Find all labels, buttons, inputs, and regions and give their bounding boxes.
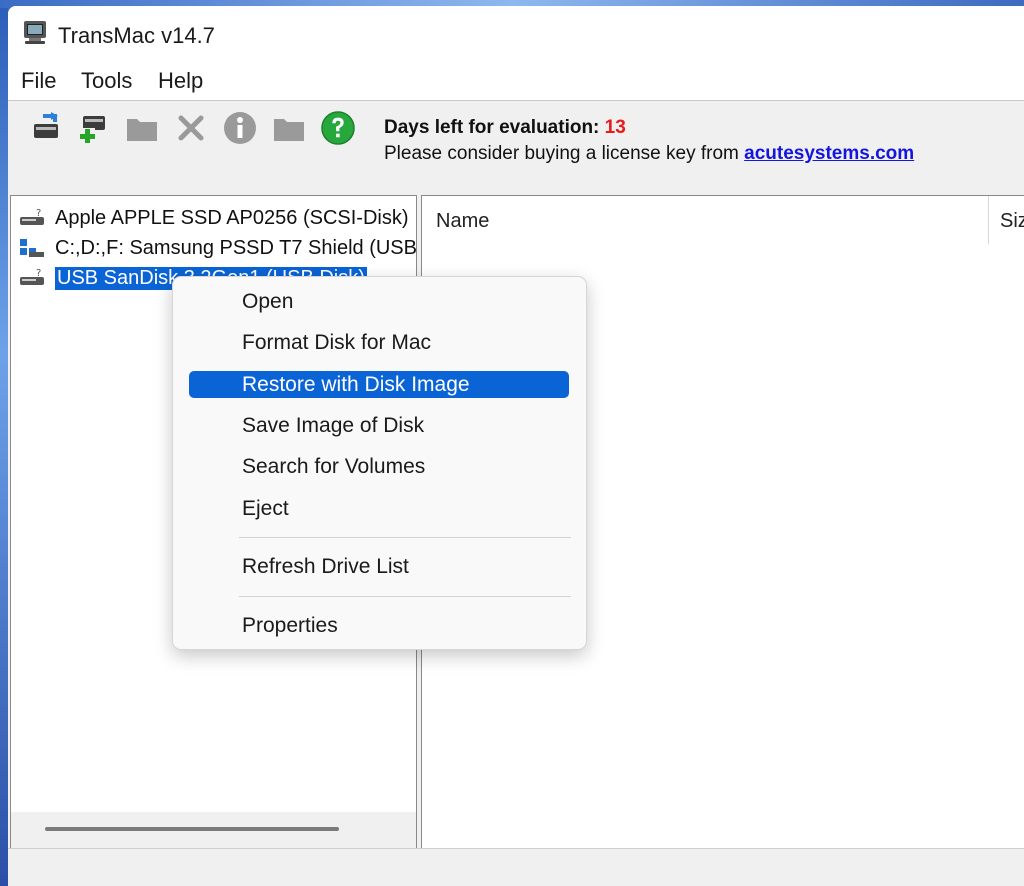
- tree-item-samsung-pssd[interactable]: C:,D:,F: Samsung PSSD T7 Shield (USB: [19, 234, 417, 262]
- evaluation-notice: Days left for evaluation: 13: [384, 117, 626, 139]
- add-disk-button[interactable]: [76, 111, 110, 145]
- status-bar: [8, 848, 1024, 886]
- folder-button[interactable]: [272, 111, 306, 145]
- info-icon: [224, 112, 256, 144]
- title-bar[interactable]: TransMac v14.7: [8, 6, 1024, 58]
- menu-item-eject[interactable]: Eject: [189, 495, 569, 522]
- tree-item-label: Apple APPLE SSD AP0256 (SCSI-Disk): [55, 206, 409, 229]
- menu-item-open[interactable]: Open: [189, 288, 569, 315]
- menu-item-refresh-drive-list[interactable]: Refresh Drive List: [189, 553, 569, 580]
- disk-icon: ?: [19, 267, 45, 289]
- menu-item-properties[interactable]: Properties: [189, 612, 569, 639]
- new-folder-icon: [127, 119, 157, 141]
- evaluation-days-left: 13: [604, 117, 626, 138]
- info-button[interactable]: [223, 111, 257, 145]
- menu-separator: [239, 596, 571, 597]
- acutesystems-link[interactable]: acutesystems.com: [744, 143, 914, 164]
- context-menu: Open Format Disk for Mac Restore with Di…: [172, 276, 587, 650]
- license-message: Please consider buying a license key fro…: [384, 143, 914, 165]
- delete-button[interactable]: [174, 111, 208, 145]
- menu-help[interactable]: Help: [158, 68, 203, 94]
- menu-tools[interactable]: Tools: [81, 68, 132, 94]
- delete-icon: [178, 115, 204, 141]
- add-disk-icon: [79, 116, 105, 144]
- windows-drive-icon: [19, 237, 45, 259]
- folder-icon: [274, 119, 304, 141]
- open-disk-button[interactable]: [30, 111, 64, 145]
- disk-icon: ?: [19, 207, 45, 229]
- column-separator[interactable]: [988, 196, 989, 244]
- desktop-background: [0, 0, 8, 886]
- toolbar: Days left for evaluation: 13 Please cons…: [8, 101, 1024, 193]
- menu-item-search-volumes[interactable]: Search for Volumes: [189, 453, 569, 480]
- menu-file[interactable]: File: [21, 68, 56, 94]
- license-message-text: Please consider buying a license key fro…: [384, 143, 745, 164]
- svg-text:?: ?: [36, 208, 41, 219]
- help-button[interactable]: [321, 111, 355, 145]
- scrollbar-thumb[interactable]: [45, 827, 339, 831]
- open-disk-icon: [34, 112, 58, 138]
- window-title: TransMac v14.7: [58, 23, 215, 48]
- menu-separator: [239, 537, 571, 538]
- help-icon: [321, 111, 355, 145]
- evaluation-label: Days left for evaluation:: [384, 117, 605, 138]
- horizontal-scrollbar[interactable]: [11, 812, 416, 848]
- column-header-size[interactable]: Siz: [1000, 196, 1024, 246]
- svg-text:?: ?: [36, 268, 41, 279]
- tree-item-apple-ssd[interactable]: ? Apple APPLE SSD AP0256 (SCSI-Disk): [19, 204, 409, 232]
- menu-item-format-disk[interactable]: Format Disk for Mac: [189, 329, 569, 356]
- column-header-name[interactable]: Name: [436, 196, 489, 246]
- new-folder-button[interactable]: [125, 111, 159, 145]
- tree-item-label: C:,D:,F: Samsung PSSD T7 Shield (USB: [55, 236, 417, 259]
- menu-item-save-image[interactable]: Save Image of Disk: [189, 412, 569, 439]
- menu-item-restore-disk-image[interactable]: Restore with Disk Image: [189, 371, 569, 398]
- menu-bar: File Tools Help: [8, 58, 1024, 101]
- transmac-app-icon: [22, 20, 50, 46]
